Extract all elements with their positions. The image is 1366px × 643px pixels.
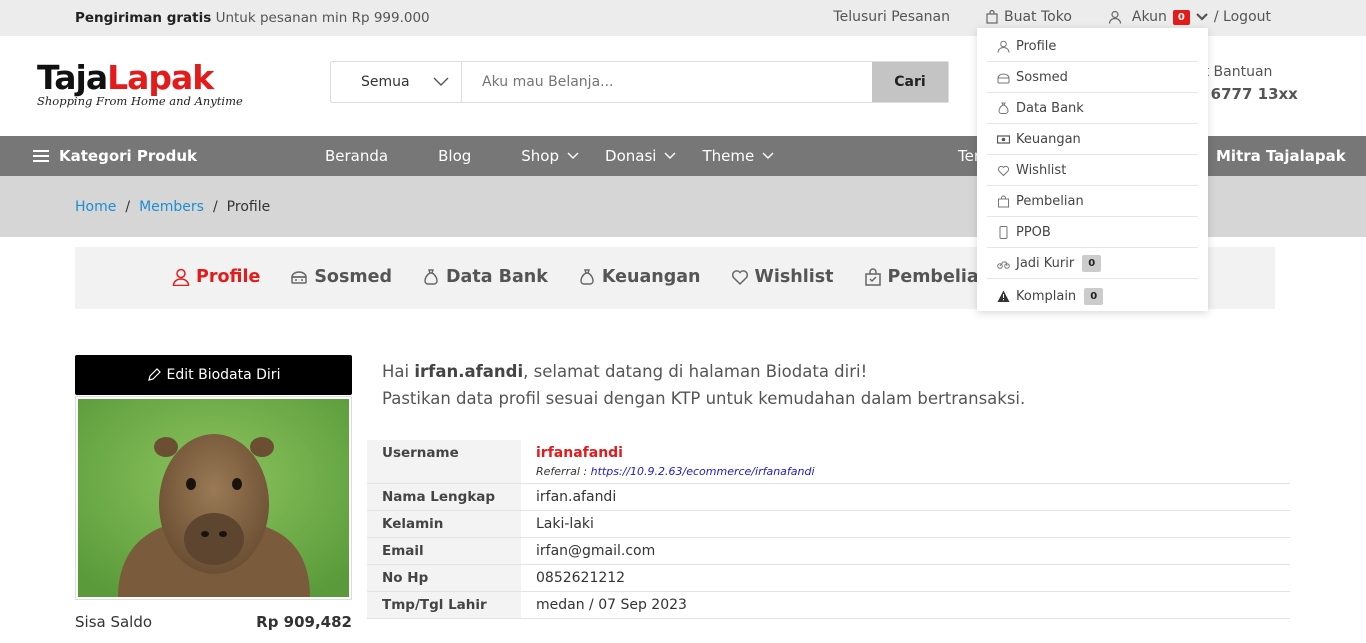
tab-sosmed[interactable]: Sosmed (290, 267, 392, 287)
money-bag-icon (424, 269, 438, 285)
table-row: Tmp/Tgl Lahir medan / 07 Sep 2023 (367, 592, 1290, 619)
profile-table: Username irfanafandi Referral : https://… (367, 440, 1290, 619)
table-row: Email irfan@gmail.com (367, 538, 1290, 565)
menu-item-wishlist[interactable]: Wishlist (987, 155, 1198, 186)
referral-url[interactable]: https://10.9.2.63/ecommerce/irfanafandi (591, 465, 815, 478)
money-icon (997, 134, 1010, 144)
tab-keuangan[interactable]: Keuangan (578, 267, 701, 287)
search-category-select[interactable]: Semua (331, 62, 462, 102)
menu-item-data-bank[interactable]: Data Bank (987, 93, 1198, 124)
breadcrumb-home[interactable]: Home (75, 199, 116, 215)
categories-menu-button[interactable]: Kategori Produk (33, 147, 197, 165)
heart-icon (731, 270, 748, 286)
nav-item-theme[interactable]: Theme (702, 147, 774, 165)
search-button[interactable]: Cari (872, 62, 948, 102)
username-value: irfanafandi (536, 445, 623, 461)
field-value: irfan@gmail.com (536, 543, 656, 559)
tab-profile[interactable]: Profile (172, 267, 260, 287)
search-input[interactable] (462, 62, 872, 102)
tab-wishlist[interactable]: Wishlist (731, 267, 834, 287)
field-value: medan / 07 Sep 2023 (536, 597, 687, 613)
free-shipping-bold: Pengiriman gratis (75, 10, 212, 26)
pencil-icon (147, 368, 161, 381)
menu-item-pembelian[interactable]: Pembelian (987, 186, 1198, 217)
chevron-down-icon (762, 152, 774, 159)
chevron-down-icon (664, 152, 676, 159)
balance-label: Sisa Saldo (75, 613, 153, 631)
field-label: Username (367, 440, 521, 483)
search-bar: Semua Cari (330, 61, 949, 103)
nav-item-beranda[interactable]: Beranda (325, 147, 388, 165)
help-contact: at Bantuan 2 6777 13xx (1195, 64, 1298, 103)
capybara-avatar-image (78, 399, 349, 597)
logout-link[interactable]: / Logout (1214, 9, 1271, 25)
logo[interactable]: TajaLapak Shopping From Home and Anytime (37, 61, 243, 108)
field-label: Tmp/Tgl Lahir (367, 592, 521, 618)
social-icon (997, 73, 1010, 83)
breadcrumb-members[interactable]: Members (139, 199, 204, 215)
shopping-bag-icon (986, 10, 998, 24)
field-value: irfan.afandi (536, 489, 617, 505)
table-row: Username irfanafandi Referral : https://… (367, 440, 1290, 484)
field-label: No Hp (367, 565, 521, 591)
free-shipping-notice: Pengiriman gratis Untuk pesanan min Rp 9… (75, 10, 430, 26)
menu-item-keuangan[interactable]: Keuangan (987, 124, 1198, 155)
account-dropdown-menu: Profile Sosmed Data Bank Keuangan Wishli… (977, 28, 1208, 311)
user-icon (1108, 10, 1122, 24)
menu-item-sosmed[interactable]: Sosmed (987, 62, 1198, 93)
money-bag-icon (998, 102, 1009, 114)
menu-item-ppob[interactable]: PPOB (987, 217, 1198, 248)
free-shipping-text: Untuk pesanan min Rp 999.000 (215, 10, 430, 26)
nav-item-mitra[interactable]: Mitra Tajalapak (1216, 147, 1346, 165)
chevron-down-icon (567, 152, 579, 159)
tab-data-bank[interactable]: Data Bank (422, 267, 548, 287)
user-icon (172, 268, 190, 286)
komplain-badge: 0 (1084, 287, 1104, 305)
hamburger-icon (33, 150, 49, 162)
field-value: Laki-laki (536, 516, 594, 532)
field-label: Nama Lengkap (367, 484, 521, 510)
nav-item-shop[interactable]: Shop (521, 147, 579, 165)
nav-item-donasi[interactable]: Donasi (605, 147, 676, 165)
user-icon (997, 40, 1010, 53)
breadcrumb-current: Profile (226, 199, 271, 215)
chevron-down-icon (433, 77, 449, 86)
balance-row: Sisa Saldo Rp 909,482 (75, 613, 352, 631)
account-badge: 0 (1172, 9, 1190, 25)
track-order-link[interactable]: Telusuri Pesanan (833, 9, 950, 25)
table-row: Kelamin Laki-laki (367, 511, 1290, 538)
field-label: Kelamin (367, 511, 521, 537)
chevron-down-icon (1196, 13, 1208, 21)
table-row: No Hp 0852621212 (367, 565, 1290, 592)
referral-link: Referral : https://10.9.2.63/ecommerce/i… (536, 465, 815, 478)
greeting-text: Hai irfan.afandi, selamat datang di hala… (382, 362, 1026, 408)
kurir-badge: 0 (1082, 254, 1102, 272)
edit-biodata-button[interactable]: Edit Biodata Diri (75, 355, 352, 395)
shopping-bag-icon (864, 268, 881, 286)
menu-item-jadi-kurir[interactable]: Jadi Kurir 0 (987, 248, 1198, 279)
social-icon (291, 271, 308, 284)
money-bag-icon (580, 269, 594, 285)
mobile-icon (999, 225, 1008, 239)
help-phone: 2 6777 13xx (1195, 85, 1298, 103)
field-label: Email (367, 538, 521, 564)
menu-item-profile[interactable]: Profile (987, 31, 1198, 62)
account-menu-toggle[interactable]: Akun 0 (1108, 9, 1208, 25)
shopping-bag-icon (998, 195, 1009, 207)
table-row: Nama Lengkap irfan.afandi (367, 484, 1290, 511)
logo-tagline: Shopping From Home and Anytime (37, 94, 243, 108)
open-store-link[interactable]: Buat Toko (986, 9, 1072, 25)
heart-icon (997, 165, 1010, 176)
profile-photo (75, 396, 352, 600)
nav-item-blog[interactable]: Blog (438, 147, 471, 165)
menu-item-komplain[interactable]: Komplain 0 (987, 279, 1198, 313)
balance-value: Rp 909,482 (256, 613, 352, 631)
warning-icon (997, 290, 1010, 302)
motorcycle-icon (997, 261, 1010, 269)
field-value: 0852621212 (536, 570, 626, 586)
tab-pembelian[interactable]: Pembelian (864, 267, 991, 287)
